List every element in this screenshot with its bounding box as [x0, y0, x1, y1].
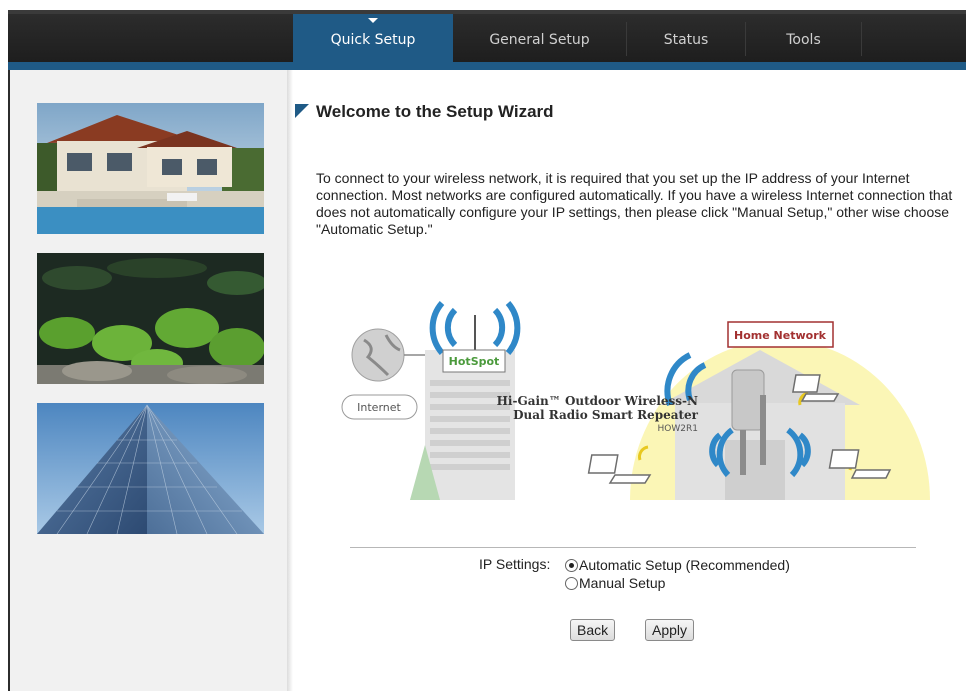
- building-photo: [37, 403, 264, 534]
- automatic-setup-label: Automatic Setup (Recommended): [579, 557, 790, 573]
- tab-label: Quick Setup: [330, 32, 416, 48]
- network-diagram: Home Network Internet HotSpot Hi-Gain™ O…: [330, 295, 930, 520]
- pond-photo: [37, 253, 264, 384]
- sidebar-shadow: [287, 70, 293, 691]
- product-name-line1: Hi-Gain™ Outdoor Wireless-N: [497, 394, 698, 408]
- title-marker-icon: [295, 104, 309, 118]
- automatic-setup-option[interactable]: Automatic Setup (Recommended): [565, 557, 790, 573]
- hotspot-label: HotSpot: [449, 355, 500, 368]
- back-button[interactable]: Back: [570, 619, 616, 641]
- internet-label: Internet: [357, 401, 401, 414]
- page-title: Welcome to the Setup Wizard: [316, 102, 554, 121]
- tab-general-setup[interactable]: General Setup: [453, 14, 626, 62]
- tab-divider: [861, 22, 862, 56]
- active-tab-caret-icon: [368, 18, 378, 23]
- product-model: HOW2R1: [658, 424, 698, 434]
- tab-label: General Setup: [489, 32, 590, 48]
- tab-status[interactable]: Status: [627, 14, 745, 62]
- apply-button[interactable]: Apply: [645, 619, 695, 641]
- manual-setup-option[interactable]: Manual Setup: [565, 575, 665, 591]
- tab-tools[interactable]: Tools: [746, 14, 861, 62]
- manual-setup-radio[interactable]: [565, 577, 578, 590]
- automatic-setup-radio[interactable]: [565, 559, 578, 572]
- tab-label: Status: [663, 32, 709, 48]
- home-network-label: Home Network: [734, 329, 827, 342]
- accent-bar: [8, 62, 966, 70]
- ip-settings-label: IP Settings:: [479, 556, 551, 572]
- tab-label: Tools: [786, 32, 821, 48]
- product-name-line2: Dual Radio Smart Repeater: [513, 408, 699, 422]
- house-photo: [37, 103, 264, 234]
- manual-setup-label: Manual Setup: [579, 575, 666, 591]
- left-border: [8, 70, 10, 691]
- top-strip: [0, 0, 966, 10]
- form-divider: [350, 547, 916, 548]
- intro-text: To connect to your wireless network, it …: [316, 170, 953, 237]
- page: Quick Setup General Setup Status Tools W…: [0, 0, 966, 691]
